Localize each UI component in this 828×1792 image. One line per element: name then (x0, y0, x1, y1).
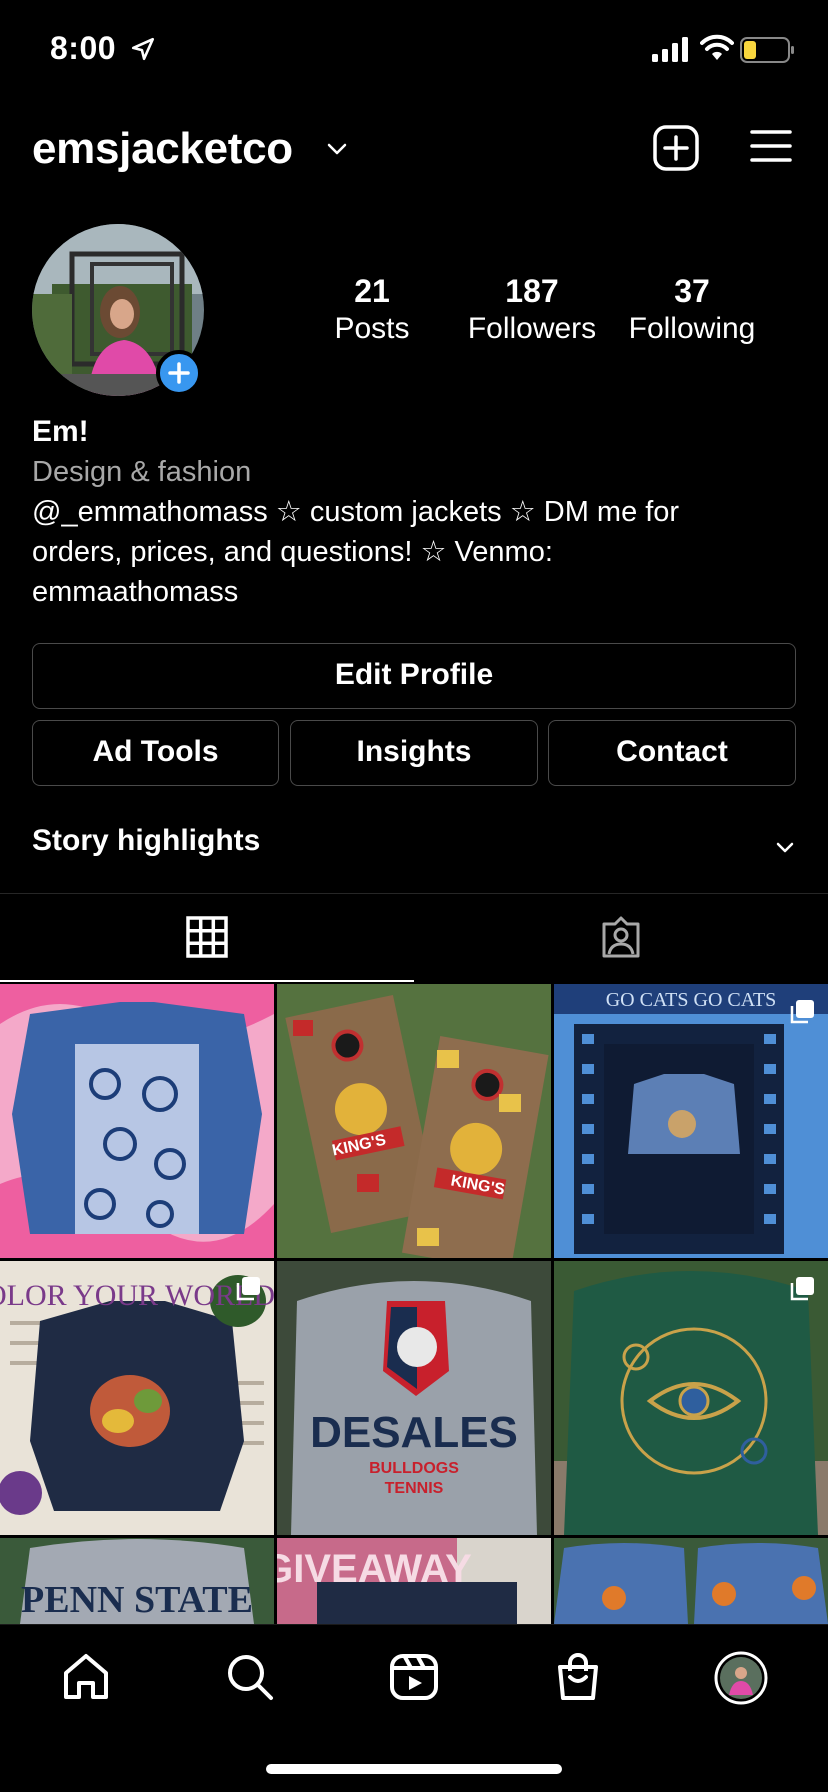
post-image: COLOR YOUR WORLD (0, 1261, 274, 1535)
tagged-user-icon (602, 916, 640, 958)
bio-line: orders, prices, and questions! ☆ Venmo: (32, 536, 553, 568)
post-thumbnail[interactable]: DESALES BULLDOGS TENNIS (277, 1261, 551, 1535)
battery-icon (740, 37, 794, 63)
multiple-posts-icon (790, 1000, 814, 1024)
home-indicator[interactable] (266, 1764, 562, 1774)
followers-count: 187 (505, 273, 559, 309)
post-caption-text: GO CATS GO CATS (606, 989, 777, 1011)
home-icon[interactable] (60, 1651, 112, 1703)
bio: Em! Design & fashion @_emmathomass ☆ cus… (32, 412, 802, 612)
location-arrow-icon (131, 37, 155, 61)
following-count: 37 (674, 273, 710, 309)
active-tab-indicator (0, 980, 414, 982)
stat-followers[interactable]: 187 Followers (457, 272, 607, 348)
post-image: GIVEAWAY (277, 1538, 551, 1624)
divider (0, 893, 828, 894)
chevron-down-icon[interactable] (326, 138, 348, 160)
post-thumbnail[interactable]: KING'S KING'S (277, 984, 551, 1258)
wifi-icon (700, 34, 734, 60)
tab-posts-grid[interactable] (0, 900, 414, 982)
post-thumbnail[interactable]: GIVEAWAY (277, 1538, 551, 1624)
post-image: KING'S KING'S (277, 984, 551, 1258)
post-thumbnail[interactable] (554, 1538, 828, 1624)
plus-icon (168, 362, 190, 384)
post-caption-text: GIVEAWAY (277, 1547, 472, 1591)
profile-header: emsjacketco (0, 110, 828, 190)
tab-tagged[interactable] (414, 900, 828, 982)
story-highlights-toggle[interactable]: Story highlights (32, 824, 260, 858)
profile-tab-avatar[interactable] (714, 1651, 768, 1705)
following-label: Following (628, 312, 756, 345)
insights-button[interactable]: Insights (290, 720, 538, 786)
post-caption-text: DESALES (310, 1408, 518, 1457)
post-image: PENN STATE (0, 1538, 274, 1624)
menu-icon[interactable] (750, 126, 792, 166)
grid-icon (186, 916, 228, 958)
post-caption-text: BULLDOGS (369, 1460, 459, 1477)
chevron-down-icon[interactable] (774, 836, 796, 858)
ad-tools-button[interactable]: Ad Tools (32, 720, 279, 786)
contact-button[interactable]: Contact (548, 720, 796, 786)
cellular-signal-icon (652, 37, 688, 62)
post-thumbnail[interactable]: COLOR YOUR WORLD (0, 1261, 274, 1535)
stat-posts[interactable]: 21 Posts (297, 272, 447, 348)
post-image (0, 984, 274, 1258)
status-bar: 8:00 (0, 0, 828, 100)
followers-label: Followers (467, 312, 597, 345)
post-thumbnail[interactable] (0, 984, 274, 1258)
new-post-icon[interactable] (652, 124, 700, 172)
multiple-posts-icon (236, 1277, 260, 1301)
post-image (554, 1261, 828, 1535)
post-thumbnail[interactable]: GO CATS GO CATS (554, 984, 828, 1258)
post-image: GO CATS GO CATS (554, 984, 828, 1258)
post-caption-text: TENNIS (385, 1480, 444, 1497)
edit-profile-button[interactable]: Edit Profile (32, 643, 796, 709)
post-caption-text: COLOR YOUR WORLD (0, 1279, 274, 1312)
shop-icon[interactable] (552, 1651, 604, 1703)
add-story-button[interactable] (156, 350, 202, 396)
bio-line: emmaathomass (32, 576, 239, 608)
post-image (554, 1538, 828, 1624)
stat-following[interactable]: 37 Following (617, 272, 767, 348)
post-thumbnail[interactable] (554, 1261, 828, 1535)
search-icon[interactable] (224, 1651, 276, 1703)
status-time: 8:00 (50, 30, 117, 66)
display-name: Em! (32, 415, 89, 448)
post-image: DESALES BULLDOGS TENNIS (277, 1261, 551, 1535)
multiple-posts-icon (790, 1277, 814, 1301)
reels-icon[interactable] (388, 1651, 440, 1703)
posts-label: Posts (334, 312, 410, 345)
posts-count: 21 (354, 273, 390, 309)
post-caption-text: PENN STATE (21, 1579, 253, 1621)
account-switcher[interactable]: emsjacketco (32, 124, 293, 174)
post-thumbnail[interactable]: PENN STATE (0, 1538, 274, 1624)
bio-line: @_emmathomass ☆ custom jackets ☆ DM me f… (32, 496, 680, 528)
category-label: Design & fashion (32, 456, 252, 488)
